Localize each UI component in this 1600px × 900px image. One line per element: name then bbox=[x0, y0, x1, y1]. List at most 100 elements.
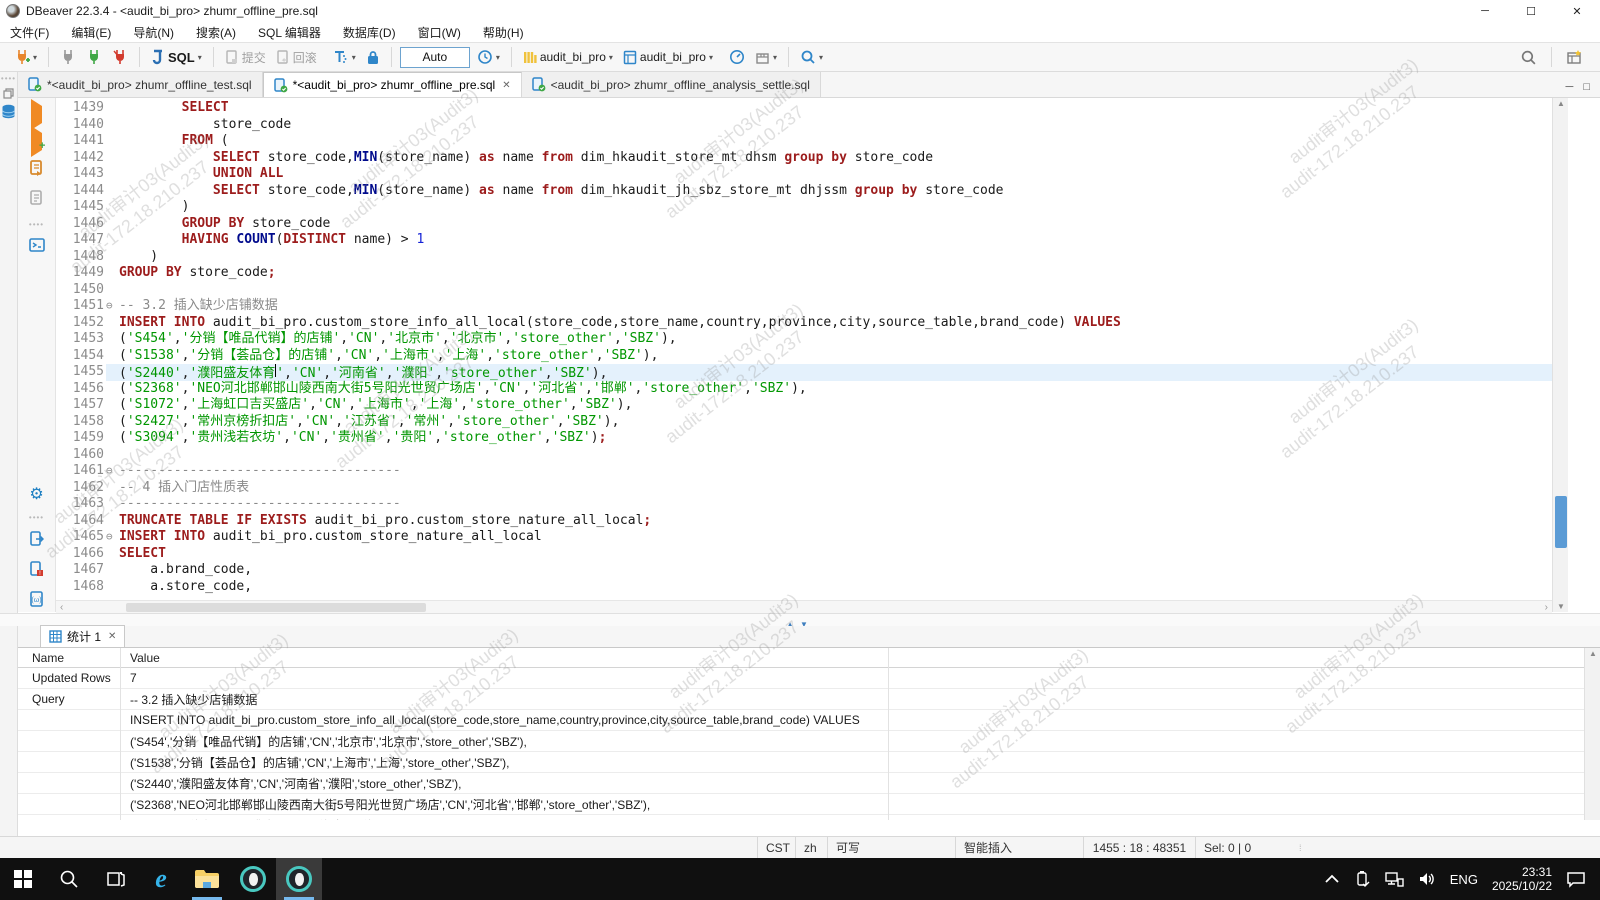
status-insert-mode[interactable]: 智能插入 bbox=[955, 837, 1083, 859]
editor-tab[interactable]: *<audit_bi_pro> zhumr_offline_pre.sql✕ bbox=[263, 72, 522, 97]
search-button[interactable]: ▾ bbox=[797, 47, 826, 67]
statistics-tab[interactable]: 统计 1 ✕ bbox=[40, 625, 125, 647]
dbeaver-taskbar-button[interactable] bbox=[230, 858, 276, 900]
toolbar-separator: •••• bbox=[29, 220, 44, 229]
new-connection-button[interactable]: ▾ bbox=[11, 47, 40, 67]
execute-script-button[interactable] bbox=[29, 160, 44, 181]
dbeaver-active-taskbar-button[interactable] bbox=[276, 858, 322, 900]
editor-results-sash[interactable]: ▲▼ bbox=[0, 613, 1600, 626]
menu-item[interactable]: 导航(N) bbox=[133, 24, 174, 41]
tray-expand-icon[interactable] bbox=[1324, 874, 1340, 884]
menu-item[interactable]: 文件(F) bbox=[10, 24, 49, 41]
volume-icon[interactable] bbox=[1418, 871, 1436, 887]
fold-marker-icon[interactable]: ⊖ bbox=[106, 463, 119, 480]
notification-center-icon[interactable] bbox=[1566, 870, 1586, 888]
explain-plan-button[interactable] bbox=[29, 190, 44, 211]
editor-tab[interactable]: *<audit_bi_pro> zhumr_offline_test.sql bbox=[18, 72, 263, 97]
maximize-view-icon[interactable]: □ bbox=[1583, 81, 1590, 93]
execute-new-tab-button[interactable]: + bbox=[31, 133, 42, 151]
menu-item[interactable]: 帮助(H) bbox=[483, 24, 524, 41]
table-row[interactable]: INSERT INTO audit_bi_pro.custom_store_in… bbox=[18, 710, 1584, 731]
taskbar-search-button[interactable] bbox=[46, 858, 92, 900]
disconnect-button[interactable] bbox=[57, 47, 79, 67]
scrollbar-thumb[interactable] bbox=[126, 603, 426, 612]
network-icon[interactable] bbox=[1384, 871, 1404, 887]
code-line: 1452INSERT INTO audit_bi_pro.custom_stor… bbox=[56, 315, 1552, 332]
rollback-button[interactable]: 回滚 bbox=[273, 47, 320, 68]
table-row[interactable]: ('S454','分销【唯品代销】的店铺','CN','北京市','北京市','… bbox=[18, 731, 1584, 752]
active-schema-combo[interactable]: audit_bi_pro ▾ bbox=[620, 48, 716, 67]
code-line: 1462-- 4 插入门店性质表 bbox=[56, 480, 1552, 497]
fold-marker-icon[interactable]: ⊖ bbox=[106, 529, 119, 546]
scrollbar-thumb[interactable] bbox=[1555, 496, 1567, 548]
invalidate-button[interactable] bbox=[109, 47, 131, 67]
validate-file-button[interactable]: ! bbox=[29, 561, 44, 582]
code-text: ('S3094','贵州浅若衣坊','CN','贵州省','贵阳','store… bbox=[119, 430, 1552, 447]
task-view-button[interactable] bbox=[92, 858, 138, 900]
results-vertical-scrollbar[interactable]: ▲ bbox=[1584, 648, 1600, 820]
dashboard-button[interactable] bbox=[726, 47, 748, 67]
code-line: 1450 bbox=[56, 282, 1552, 299]
close-icon[interactable]: ✕ bbox=[502, 80, 510, 91]
minimize-view-icon[interactable]: ─ bbox=[1566, 81, 1574, 93]
status-timezone: CST bbox=[757, 837, 795, 859]
editor-horizontal-scrollbar[interactable]: ‹ › bbox=[56, 600, 1552, 613]
menu-item[interactable]: 搜索(A) bbox=[196, 24, 236, 41]
export-result-button[interactable] bbox=[29, 531, 44, 552]
table-row[interactable]: Updated Rows7 bbox=[18, 668, 1584, 689]
sql-code-editor[interactable]: 1439 SELECT1440 store_code1441 FROM (144… bbox=[56, 98, 1552, 600]
commit-button[interactable]: 提交 bbox=[222, 47, 269, 68]
fold-marker-icon[interactable]: ⊖ bbox=[106, 298, 119, 315]
menu-item[interactable]: 编辑(E) bbox=[71, 24, 111, 41]
transaction-history-button[interactable]: ▾ bbox=[474, 47, 503, 67]
table-row[interactable]: ('S1072','上海虹口吉买盛店','CN','上海市','上海','sto… bbox=[18, 815, 1584, 820]
internet-explorer-button[interactable]: e bbox=[138, 858, 184, 900]
menu-item[interactable]: 数据库(D) bbox=[343, 24, 396, 41]
active-connection-combo[interactable]: audit_bi_pro ▾ bbox=[520, 48, 616, 67]
language-indicator[interactable]: ENG bbox=[1450, 872, 1478, 887]
code-line: 1465⊖INSERT INTO audit_bi_pro.custom_sto… bbox=[56, 529, 1552, 546]
perspective-button[interactable] bbox=[1563, 47, 1586, 67]
usb-device-icon[interactable] bbox=[1354, 870, 1370, 888]
output-console-button[interactable] bbox=[29, 238, 45, 257]
table-row[interactable]: ('S2440','濮阳盛友体育','CN','河南省','濮阳','store… bbox=[18, 773, 1584, 794]
database-navigator-icon[interactable] bbox=[1, 104, 16, 120]
execute-statement-button[interactable] bbox=[31, 106, 42, 124]
quick-access-search[interactable] bbox=[1517, 47, 1540, 68]
menu-item[interactable]: 窗口(W) bbox=[418, 24, 461, 41]
start-button[interactable] bbox=[0, 858, 46, 900]
table-row[interactable]: Query-- 3.2 插入缺少店铺数据 bbox=[18, 689, 1584, 710]
status-caret-position[interactable]: 1455 : 18 : 48351 bbox=[1083, 837, 1195, 859]
tasks-button[interactable]: ▾ bbox=[752, 48, 780, 67]
code-text: HAVING COUNT(DISTINCT name) > 1 bbox=[119, 232, 1552, 249]
reconnect-button[interactable] bbox=[83, 47, 105, 67]
commit-mode-combo[interactable]: Auto bbox=[400, 47, 470, 68]
column-header-name[interactable]: Name bbox=[18, 651, 120, 665]
editor-vertical-scrollbar[interactable]: ▲ ▼ bbox=[1552, 98, 1568, 612]
table-row[interactable]: ('S1538','分销【荟品仓】的店铺','CN','上海市','上海','s… bbox=[18, 752, 1584, 773]
close-button[interactable]: ✕ bbox=[1554, 0, 1600, 22]
file-variables-button[interactable]: (ω) bbox=[29, 591, 44, 612]
connection-lock-button[interactable] bbox=[363, 48, 383, 67]
close-icon[interactable]: ✕ bbox=[108, 631, 116, 642]
code-line: 1448 ) bbox=[56, 249, 1552, 266]
scroll-down-icon[interactable]: ▼ bbox=[1553, 602, 1569, 611]
file-explorer-button[interactable] bbox=[184, 858, 230, 900]
table-row[interactable]: ('S2368','NEO河北邯郸邯山陵西南大街5号阳光世贸广场店','CN',… bbox=[18, 794, 1584, 815]
editor-settings-button[interactable]: ⚙ bbox=[29, 484, 43, 504]
minimize-button[interactable]: ─ bbox=[1462, 0, 1508, 22]
line-number: 1447 bbox=[56, 232, 104, 249]
editor-tab[interactable]: <audit_bi_pro> zhumr_offline_analysis_se… bbox=[522, 72, 821, 97]
scroll-up-icon[interactable]: ▲ bbox=[1553, 99, 1569, 108]
menu-item[interactable]: SQL 编辑器 bbox=[258, 24, 321, 41]
status-bar: CST zh 可写 智能插入 1455 : 18 : 48351 Sel: 0 … bbox=[0, 836, 1600, 858]
taskbar-clock[interactable]: 23:31 2025/10/22 bbox=[1492, 865, 1552, 893]
code-text: ('S2440','濮阳盛友体育','CN','河南省','濮阳','store… bbox=[119, 364, 1552, 381]
sql-editor-button[interactable]: SQL ▾ bbox=[148, 47, 205, 67]
restore-view-icon[interactable] bbox=[3, 88, 14, 99]
transaction-log-button[interactable]: ▾ bbox=[330, 47, 359, 67]
maximize-button[interactable]: ☐ bbox=[1508, 0, 1554, 22]
scroll-up-icon[interactable]: ▲ bbox=[1585, 649, 1600, 658]
column-header-value[interactable]: Value bbox=[120, 651, 1584, 665]
svg-text:(ω): (ω) bbox=[31, 597, 41, 604]
